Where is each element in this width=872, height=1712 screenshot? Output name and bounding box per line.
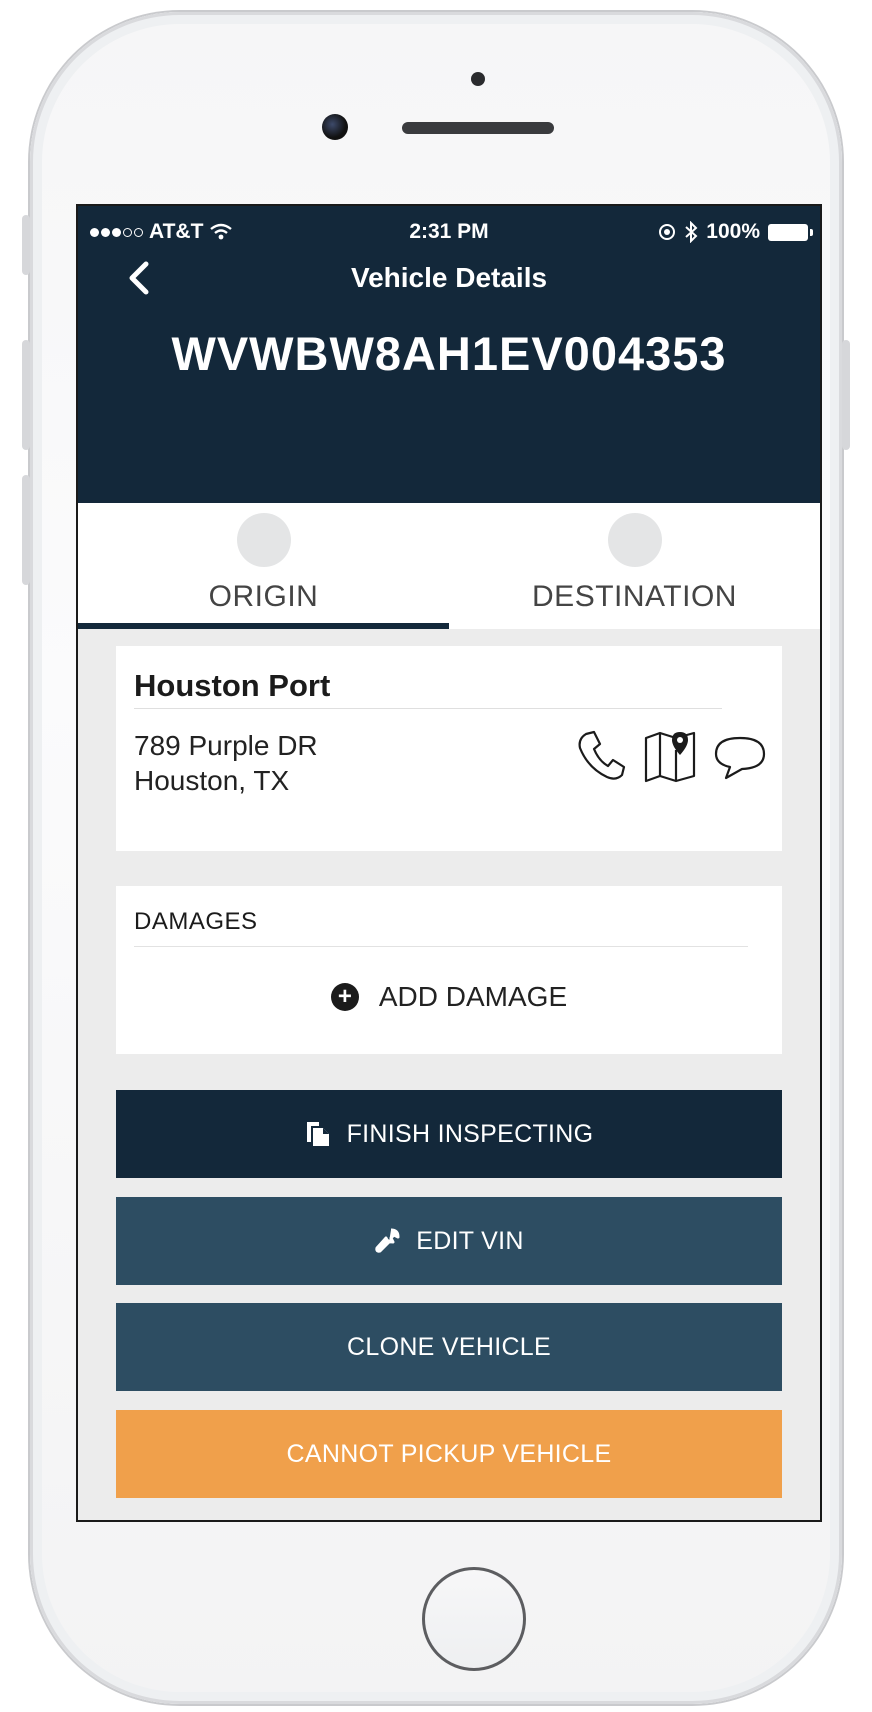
page-title: Vehicle Details xyxy=(350,262,548,293)
proximity-sensor xyxy=(471,72,485,86)
address-line2: Houston, TX xyxy=(134,765,290,796)
add-circle-icon: + xyxy=(330,983,359,1011)
active-tab-indicator xyxy=(78,623,449,629)
destination-status-circle xyxy=(607,513,662,567)
power-button xyxy=(842,340,850,450)
header: AT&T 2:31 PM 100% Vehicle Details WVWBW8… xyxy=(78,206,820,503)
tab-destination[interactable]: DESTINATION xyxy=(449,503,820,629)
chat-bubble-icon[interactable] xyxy=(712,728,768,784)
damages-card: DAMAGES + ADD DAMAGE xyxy=(116,886,782,1054)
edit-vin-button[interactable]: EDIT VIN xyxy=(116,1197,782,1285)
battery-percent: 100% xyxy=(706,220,760,243)
clone-vehicle-button[interactable]: CLONE VEHICLE xyxy=(116,1303,782,1391)
map-pin-icon[interactable] xyxy=(642,728,698,784)
vin-number: WVWBW8AH1EV004353 xyxy=(171,327,727,380)
tab-origin[interactable]: ORIGIN xyxy=(78,503,449,629)
phone-icon[interactable] xyxy=(572,728,628,784)
copy-document-icon xyxy=(306,1122,329,1146)
cannot-pickup-button[interactable]: CANNOT PICKUP VEHICLE xyxy=(116,1410,782,1498)
wrench-icon xyxy=(375,1228,400,1253)
bluetooth-icon xyxy=(685,221,698,243)
location-name: Houston Port xyxy=(134,668,331,703)
finish-inspecting-label: FINISH INSPECTING xyxy=(346,1119,594,1148)
tab-origin-label: ORIGIN xyxy=(208,580,319,613)
navigation-bar: Vehicle Details xyxy=(78,248,820,308)
app-screen: AT&T 2:31 PM 100% Vehicle Details WVWBW8… xyxy=(76,204,822,1522)
tab-destination-label: DESTINATION xyxy=(532,580,737,613)
volume-up-button xyxy=(22,340,30,450)
finish-inspecting-button[interactable]: FINISH INSPECTING xyxy=(116,1090,782,1178)
origin-status-circle xyxy=(236,513,291,567)
earpiece-speaker xyxy=(402,122,554,134)
add-damage-label: ADD DAMAGE xyxy=(378,981,568,1012)
divider xyxy=(134,946,748,947)
mute-switch xyxy=(22,215,30,275)
edit-vin-label: EDIT VIN xyxy=(416,1226,524,1255)
divider xyxy=(134,708,722,709)
location-card: Houston Port 789 Purple DR Houston, TX xyxy=(116,646,782,851)
front-camera xyxy=(322,114,348,140)
location-lock-icon xyxy=(659,224,676,240)
damages-title: DAMAGES xyxy=(134,908,258,935)
clone-vehicle-label: CLONE VEHICLE xyxy=(347,1332,551,1361)
status-bar: AT&T 2:31 PM 100% xyxy=(78,216,820,244)
battery-icon xyxy=(768,223,813,241)
add-damage-button[interactable]: + ADD DAMAGE xyxy=(116,981,782,1013)
home-button[interactable] xyxy=(422,1567,526,1671)
tab-bar: ORIGIN DESTINATION xyxy=(78,503,820,629)
address-line1: 789 Purple DR xyxy=(134,730,318,761)
volume-down-button xyxy=(22,475,30,585)
cannot-pickup-label: CANNOT PICKUP VEHICLE xyxy=(286,1439,612,1468)
